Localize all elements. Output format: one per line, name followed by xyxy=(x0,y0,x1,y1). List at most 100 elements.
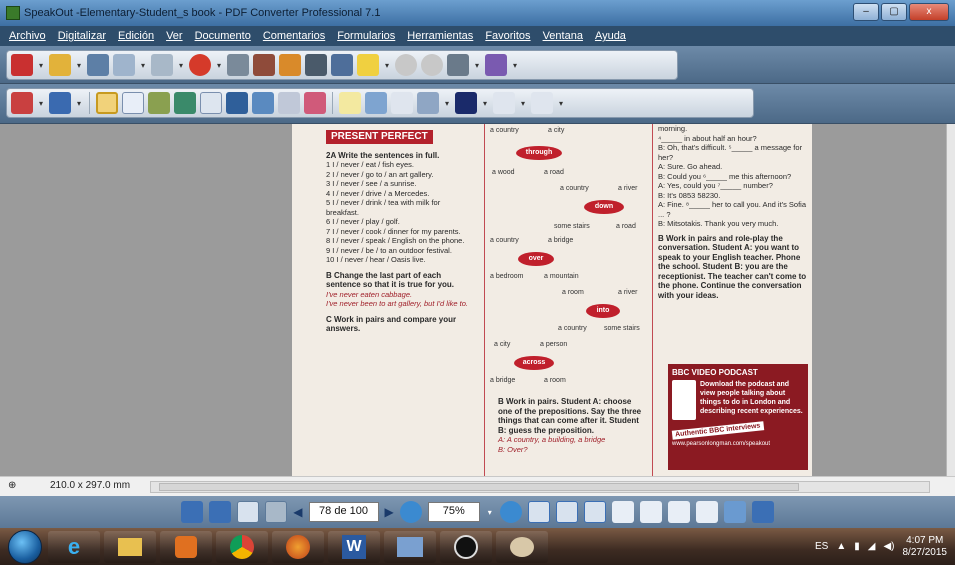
stamp-icon[interactable] xyxy=(304,92,326,114)
convert-icon[interactable] xyxy=(113,54,135,76)
taskbar-internet-explorer[interactable]: e xyxy=(48,530,100,563)
package-icon[interactable] xyxy=(279,54,301,76)
dropdown-arrow-icon[interactable]: ▾ xyxy=(139,61,147,70)
zoom-out-icon[interactable] xyxy=(399,501,422,523)
menu-favoritos[interactable]: Favoritos xyxy=(485,30,530,42)
taskbar-firefox[interactable] xyxy=(272,530,324,563)
taskbar-app[interactable] xyxy=(384,530,436,563)
view-mode-icon[interactable] xyxy=(11,92,33,114)
minimize-button[interactable]: – xyxy=(853,3,879,21)
form-field-icon[interactable] xyxy=(365,92,387,114)
highlight-icon[interactable] xyxy=(455,92,477,114)
rotate-right-icon[interactable] xyxy=(209,501,232,523)
pointer-icon[interactable] xyxy=(200,92,222,114)
signal-icon[interactable]: ◢ xyxy=(868,541,876,552)
shape-icon[interactable] xyxy=(493,92,515,114)
taskbar-paint[interactable] xyxy=(496,530,548,563)
taskbar-file-explorer[interactable] xyxy=(104,530,156,563)
redo-icon[interactable] xyxy=(421,54,443,76)
tray-expand-icon[interactable]: ▲ xyxy=(836,541,846,552)
find-icon[interactable] xyxy=(305,54,327,76)
page-settings-icon[interactable] xyxy=(447,54,469,76)
close-button[interactable]: x xyxy=(909,3,949,21)
zoom-field[interactable]: 75% xyxy=(427,502,480,522)
taskbar-media-player[interactable] xyxy=(160,530,212,563)
image-select-icon[interactable] xyxy=(174,92,196,114)
dropdown-arrow-icon[interactable]: ▾ xyxy=(443,99,451,108)
menu-digitalizar[interactable]: Digitalizar xyxy=(58,30,106,42)
create-pdf-icon[interactable] xyxy=(11,54,33,76)
dropdown-arrow-icon[interactable]: ▾ xyxy=(215,61,223,70)
facing-pages-icon[interactable] xyxy=(667,501,690,523)
dropdown-arrow-icon[interactable]: ▾ xyxy=(511,61,519,70)
horizontal-scrollbar[interactable] xyxy=(150,481,930,493)
dropdown-arrow-icon[interactable]: ▾ xyxy=(473,61,481,70)
dropdown-arrow-icon[interactable]: ▾ xyxy=(75,99,83,108)
open-folder-icon[interactable] xyxy=(49,54,71,76)
typewriter-icon[interactable] xyxy=(339,92,361,114)
pen-icon[interactable] xyxy=(485,54,507,76)
actual-size-icon[interactable] xyxy=(527,501,550,523)
continuous-icon[interactable] xyxy=(639,501,662,523)
taskbar-media[interactable] xyxy=(440,530,492,563)
snapshot-icon[interactable] xyxy=(226,92,248,114)
menu-herramientas[interactable]: Herramientas xyxy=(407,30,473,42)
menu-ventana[interactable]: Ventana xyxy=(543,30,583,42)
taskbar-word[interactable]: W xyxy=(328,530,380,563)
edit-form-icon[interactable] xyxy=(148,92,170,114)
text-select-icon[interactable] xyxy=(122,92,144,114)
dropdown-arrow-icon[interactable]: ▾ xyxy=(481,99,489,108)
rotate-left-icon[interactable] xyxy=(181,501,204,523)
email-pdf-icon[interactable] xyxy=(253,54,275,76)
save-icon[interactable] xyxy=(87,54,109,76)
dropdown-arrow-icon[interactable]: ▾ xyxy=(383,61,391,70)
last-page-icon[interactable] xyxy=(265,501,288,523)
menu-archivo[interactable]: Archivo xyxy=(9,30,46,42)
ocr-text-icon[interactable] xyxy=(417,92,439,114)
text-box-icon[interactable] xyxy=(278,92,300,114)
volume-icon[interactable]: ◀) xyxy=(883,541,894,552)
next-page-icon[interactable]: ▶ xyxy=(385,505,394,519)
fit-page-icon[interactable] xyxy=(555,501,578,523)
fullscreen-icon[interactable] xyxy=(723,501,746,523)
layout-icon[interactable] xyxy=(49,92,71,114)
menu-ayuda[interactable]: Ayuda xyxy=(595,30,626,42)
print-icon[interactable] xyxy=(227,54,249,76)
dropdown-arrow-icon[interactable]: ▾ xyxy=(557,99,565,108)
single-page-icon[interactable] xyxy=(611,501,634,523)
dropdown-arrow-icon[interactable]: ▾ xyxy=(519,99,527,108)
dropdown-arrow-icon[interactable]: ▾ xyxy=(37,61,45,70)
previous-page-icon[interactable]: ◀ xyxy=(293,505,302,519)
undo-icon[interactable] xyxy=(395,54,417,76)
page-number-field[interactable]: 78 de 100 xyxy=(308,502,379,522)
favorite-star-icon[interactable] xyxy=(357,54,379,76)
continuous-facing-icon[interactable] xyxy=(695,501,718,523)
first-page-icon[interactable] xyxy=(237,501,260,523)
dropdown-arrow-icon[interactable]: ▾ xyxy=(37,99,45,108)
language-indicator[interactable]: ES xyxy=(815,541,828,552)
menu-documento[interactable]: Documento xyxy=(195,30,251,42)
fit-width-icon[interactable] xyxy=(583,501,606,523)
zoom-dropdown-icon[interactable]: ▾ xyxy=(486,508,494,517)
menu-ver[interactable]: Ver xyxy=(166,30,183,42)
menu-comentarios[interactable]: Comentarios xyxy=(263,30,325,42)
zoom-in-icon[interactable] xyxy=(499,501,522,523)
hand-tool-icon[interactable] xyxy=(96,92,118,114)
dropdown-arrow-icon[interactable]: ▾ xyxy=(177,61,185,70)
menu-edicion[interactable]: Edición xyxy=(118,30,154,42)
vertical-scrollbar[interactable] xyxy=(946,124,955,476)
menu-formularios[interactable]: Formularios xyxy=(337,30,395,42)
note-icon[interactable] xyxy=(391,92,413,114)
maximize-button[interactable]: ▢ xyxy=(881,3,907,21)
network-icon[interactable]: ▮ xyxy=(854,541,860,552)
screenshot-icon[interactable] xyxy=(751,501,774,523)
search-index-icon[interactable] xyxy=(331,54,353,76)
line-icon[interactable] xyxy=(531,92,553,114)
clock[interactable]: 4:07 PM 8/27/2015 xyxy=(903,535,948,559)
taskbar-chrome[interactable] xyxy=(216,530,268,563)
crop-icon[interactable] xyxy=(252,92,274,114)
convert-alt-icon[interactable] xyxy=(151,54,173,76)
start-button[interactable] xyxy=(8,529,42,564)
dropdown-arrow-icon[interactable]: ▾ xyxy=(75,61,83,70)
scroll-thumb[interactable] xyxy=(159,483,799,491)
